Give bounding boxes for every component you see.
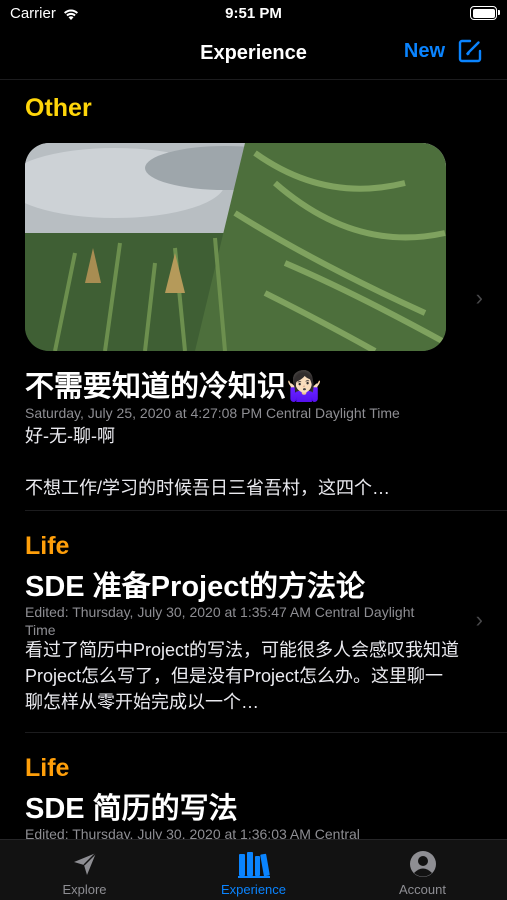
navigation-bar: Experience New [0, 30, 507, 80]
person-circle-icon [409, 851, 436, 877]
entry-timestamp: Edited: Thursday, July 30, 2020 at 1:36:… [25, 826, 360, 839]
new-button-label: New [403, 39, 445, 62]
books-icon [237, 852, 270, 878]
paper-plane-icon [73, 852, 97, 875]
cover-image [25, 143, 446, 351]
tab-bar: Explore Experience Account [0, 839, 507, 900]
list-item[interactable]: Life SDE 准备Project的方法论 Edited: Thursday,… [0, 511, 507, 733]
tab-experience[interactable]: Experience [169, 840, 338, 900]
entry-preview: 好-无-聊-啊 不想工作/学习的时候吾日三省吾村，这四个… [25, 426, 390, 498]
tab-account[interactable]: Account [338, 840, 507, 900]
tab-label: Experience [220, 882, 287, 897]
list-item[interactable]: Life SDE 简历的写法 Edited: Thursday, July 30… [0, 733, 507, 839]
entry-title: SDE 简历的写法 [25, 793, 238, 825]
entry-title: 不需要知道的冷知识🤷🏻‍♀️ [25, 371, 323, 403]
compose-icon [458, 39, 482, 63]
experience-list[interactable]: Other › 不需要知道的冷知识🤷🏻‍♀️ Saturday, July 25… [0, 81, 507, 839]
category-label: Other [25, 94, 92, 122]
entry-timestamp: Saturday, July 25, 2020 at 4:27:08 PM Ce… [25, 405, 400, 421]
list-item[interactable]: Other › 不需要知道的冷知识🤷🏻‍♀️ Saturday, July 25… [0, 81, 507, 511]
tab-label: Explore [62, 882, 107, 897]
entry-timestamp: Edited: Thursday, July 30, 2020 at 1:35:… [25, 604, 415, 638]
battery-icon [470, 6, 500, 20]
tab-explore[interactable]: Explore [0, 840, 169, 900]
category-label: Life [25, 754, 70, 782]
entry-title: SDE 准备Project的方法论 [25, 571, 365, 603]
new-entry-button[interactable]: New [404, 38, 483, 64]
clock: 9:51 PM [225, 5, 282, 22]
status-bar: Carrier 9:51 PM [0, 0, 507, 30]
tab-label: Account [399, 882, 446, 897]
chevron-right-icon: › [475, 607, 483, 632]
category-label: Life [25, 532, 70, 560]
chevron-right-icon: › [475, 285, 483, 310]
entry-preview: 看过了简历中Project的写法，可能很多人会感叹我知道Project怎么写了，… [25, 640, 460, 712]
